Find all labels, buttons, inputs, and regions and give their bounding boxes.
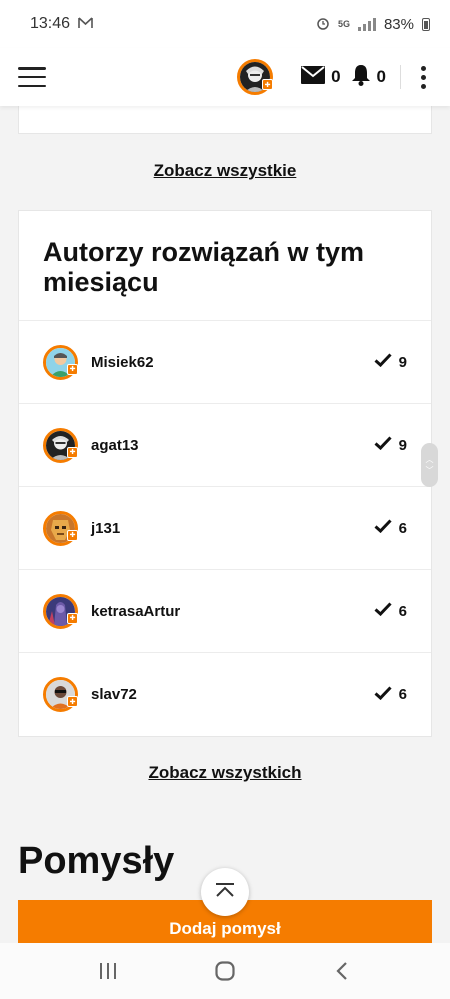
- checkmark-icon: [374, 353, 392, 371]
- avatar-badge-icon: ✚: [67, 363, 78, 375]
- checkmark-icon: [374, 685, 392, 704]
- messages-counter[interactable]: 0: [301, 65, 341, 89]
- author-name[interactable]: agat13: [91, 437, 139, 454]
- author-row[interactable]: ✚ ketrasaArtur 6: [19, 570, 431, 653]
- author-row[interactable]: ✚ Misiek62 9: [19, 321, 431, 404]
- app-header: ✚ 0 0: [0, 48, 450, 106]
- author-score: 9: [374, 436, 407, 454]
- back-icon[interactable]: [322, 951, 362, 991]
- author-row[interactable]: ✚ slav72 6: [19, 653, 431, 736]
- author-score: 6: [374, 519, 407, 537]
- notifications-count: 0: [376, 67, 386, 86]
- status-bar: 13:46 5G 83%: [0, 0, 450, 48]
- chevron-up-icon: [214, 882, 236, 903]
- avatar-badge-icon: ✚: [262, 79, 274, 90]
- user-avatar[interactable]: ✚: [237, 59, 274, 95]
- author-name[interactable]: slav72: [91, 686, 137, 703]
- scroll-to-top-button[interactable]: [201, 868, 249, 916]
- avatar-badge-icon: ✚: [67, 612, 78, 624]
- status-icons: 5G 83%: [316, 16, 430, 33]
- avatar-badge-icon: ✚: [67, 696, 78, 707]
- author-avatar[interactable]: ✚: [43, 593, 78, 629]
- bell-icon: [351, 64, 371, 91]
- network-type: 5G: [337, 19, 350, 29]
- author-avatar[interactable]: ✚: [43, 427, 78, 463]
- alarm-icon: [316, 16, 330, 33]
- authors-card-title: Autorzy rozwiązań w tym miesiącu: [19, 211, 431, 321]
- author-name[interactable]: ketrasaArtur: [91, 603, 180, 620]
- scroll-handle[interactable]: ︿ ﹀: [421, 443, 438, 487]
- author-row[interactable]: ✚ agat13 9: [19, 404, 431, 487]
- author-score: 6: [374, 602, 407, 620]
- more-vertical-icon[interactable]: [415, 62, 432, 93]
- authors-card: Autorzy rozwiązań w tym miesiącu ✚ Misie…: [18, 210, 432, 737]
- home-icon[interactable]: [205, 951, 245, 991]
- author-count: 6: [398, 686, 407, 703]
- messages-count: 0: [331, 67, 341, 86]
- author-count: 6: [398, 602, 407, 620]
- author-name[interactable]: j131: [91, 520, 120, 537]
- author-count: 6: [398, 519, 407, 537]
- author-score: 6: [374, 685, 407, 704]
- avatar-badge-icon: ✚: [67, 446, 78, 458]
- author-avatar[interactable]: ✚: [43, 677, 78, 712]
- recent-apps-icon[interactable]: [88, 951, 128, 991]
- scroll-up-icon: ︿: [425, 455, 434, 464]
- signal-icon: [357, 17, 376, 31]
- see-all-link[interactable]: Zobacz wszystkie: [0, 161, 450, 181]
- author-score: 9: [374, 353, 407, 371]
- notifications-counter[interactable]: 0: [351, 64, 386, 91]
- ideas-section-title: Pomysły: [18, 840, 175, 882]
- author-row[interactable]: ✚ j131 6: [19, 487, 431, 570]
- checkmark-icon: [374, 519, 392, 537]
- envelope-icon: [301, 65, 326, 89]
- header-divider: [400, 65, 401, 89]
- see-all-authors-link[interactable]: Zobacz wszystkich: [0, 763, 450, 783]
- system-nav-bar: [0, 943, 450, 999]
- hamburger-menu-icon[interactable]: [18, 67, 46, 87]
- battery-icon: [422, 17, 430, 31]
- checkmark-icon: [374, 602, 392, 620]
- checkmark-icon: [374, 436, 392, 454]
- battery-percent: 83%: [383, 15, 414, 33]
- status-time: 13:46: [30, 15, 71, 32]
- author-count: 9: [398, 436, 407, 454]
- author-count: 9: [398, 353, 407, 371]
- gmail-notification-icon: [78, 16, 93, 32]
- avatar-badge-icon: ✚: [67, 529, 78, 541]
- add-idea-label: Dodaj pomysł: [169, 919, 281, 938]
- scroll-down-icon: ﹀: [425, 466, 434, 475]
- author-avatar[interactable]: ✚: [43, 344, 78, 380]
- author-name[interactable]: Misiek62: [91, 354, 154, 371]
- author-avatar[interactable]: ✚: [43, 510, 78, 546]
